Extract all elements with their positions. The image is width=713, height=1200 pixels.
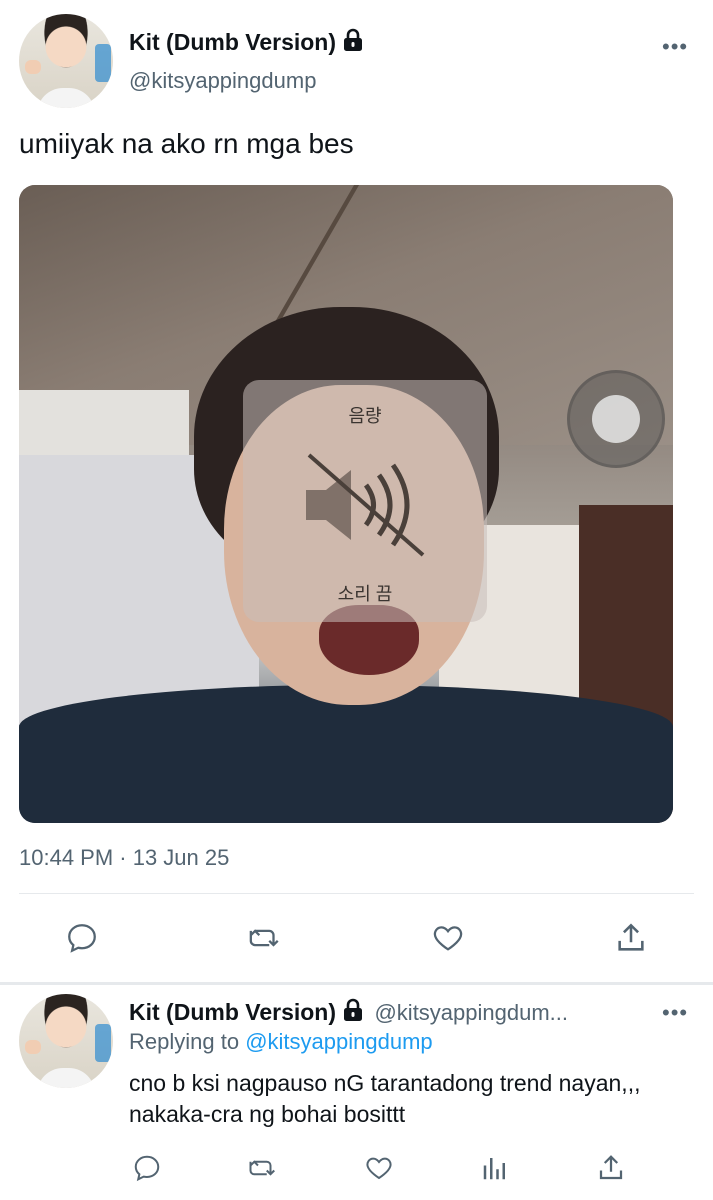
reply-author-row[interactable]: Kit (Dumb Version) @kitsyappingdum... — [129, 998, 568, 1027]
reply-author-name[interactable]: Kit (Dumb Version) — [129, 999, 336, 1025]
replying-to-link[interactable]: @kitsyappingdump — [245, 1029, 432, 1054]
retweet-icon[interactable] — [245, 918, 285, 958]
author-name-row[interactable]: Kit (Dumb Version) — [129, 28, 364, 58]
reply-more-options-icon[interactable]: ••• — [662, 1000, 688, 1026]
volume-overlay-title: 음량 — [348, 406, 382, 426]
author-name[interactable]: Kit (Dumb Version) — [129, 29, 336, 55]
volume-overlay: 음량 소리 끔 — [243, 380, 487, 622]
lock-icon — [342, 28, 364, 58]
reply-text: cno b ksi nagpauso nG tarantadong trend … — [129, 1070, 641, 1127]
share-icon[interactable] — [611, 918, 651, 958]
retweet-icon[interactable] — [243, 1148, 283, 1188]
tweet-timestamp[interactable]: 10:44 PM · 13 Jun 25 — [19, 845, 229, 871]
replying-to-line: Replying to @kitsyappingdump — [129, 1029, 433, 1055]
tweet-text: umiiyak na ako rn mga bes — [19, 128, 354, 159]
reply-author-handle[interactable]: @kitsyappingdum... — [374, 1000, 568, 1025]
author-avatar[interactable] — [19, 14, 113, 108]
speaker-muted-icon — [306, 453, 425, 557]
like-icon[interactable] — [428, 918, 468, 958]
share-icon[interactable] — [591, 1148, 631, 1188]
analytics-icon[interactable] — [475, 1148, 515, 1188]
tweet-media-image[interactable]: 음량 소리 끔 — [19, 185, 673, 823]
replying-to-prefix: Replying to — [129, 1029, 240, 1054]
reply-icon[interactable] — [62, 918, 102, 958]
volume-overlay-status: 소리 끔 — [337, 584, 393, 604]
section-divider — [0, 982, 713, 985]
divider — [19, 893, 694, 894]
reply-author-avatar[interactable] — [19, 994, 113, 1088]
reply-icon[interactable] — [127, 1148, 167, 1188]
like-icon[interactable] — [359, 1148, 399, 1188]
more-options-icon[interactable]: ••• — [662, 34, 688, 60]
lock-icon — [342, 998, 364, 1027]
assistive-touch-button — [567, 370, 665, 468]
author-handle[interactable]: @kitsyappingdump — [129, 68, 316, 94]
